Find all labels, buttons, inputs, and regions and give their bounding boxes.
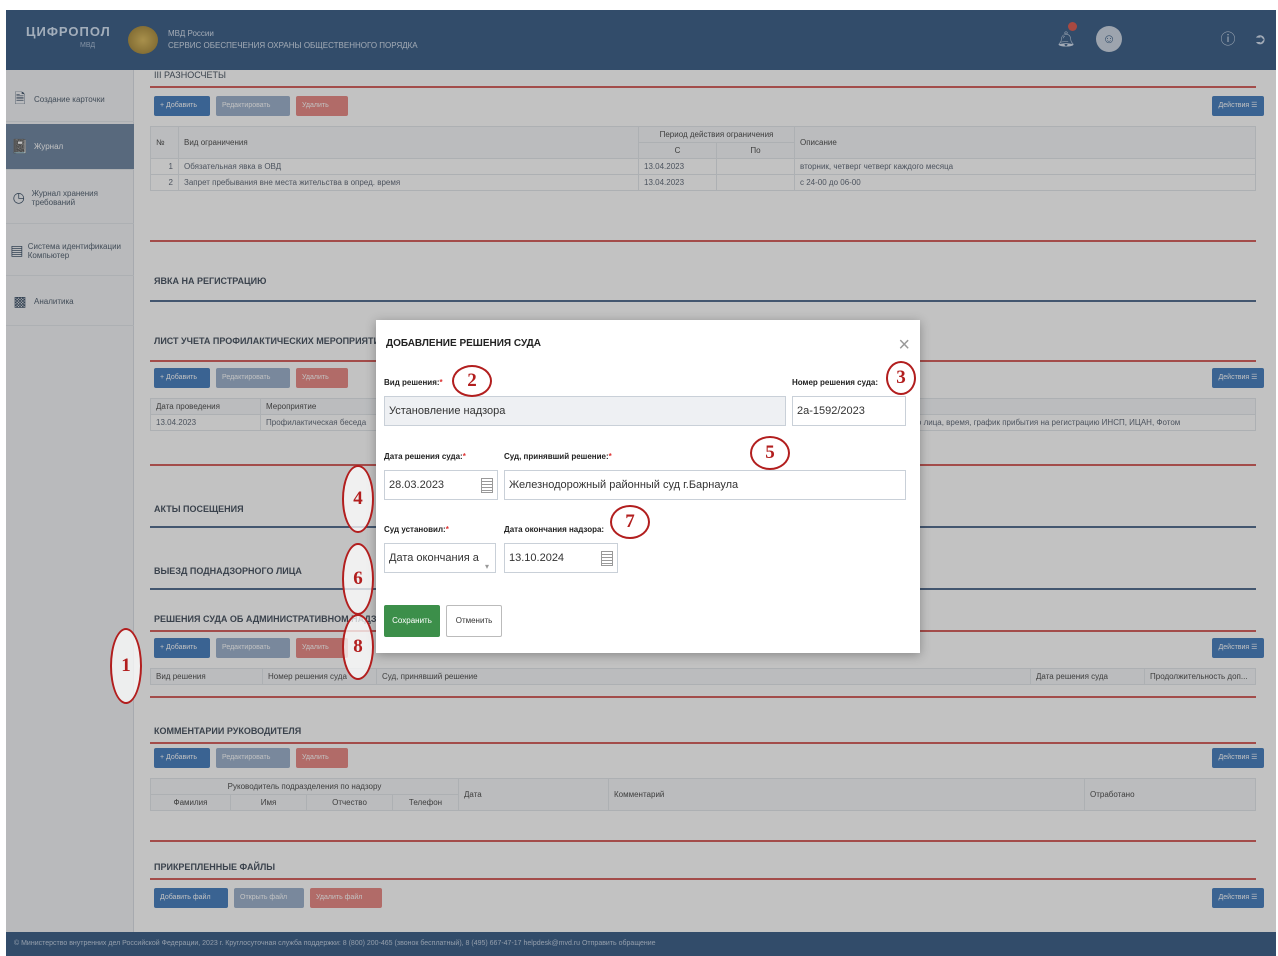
close-icon[interactable]: × (898, 334, 910, 357)
decision-type-label: Вид решения:* (384, 378, 443, 387)
annotation-marker-6: 6 (342, 543, 374, 615)
annotation-marker-4: 4 (342, 465, 374, 533)
annotation-marker-1: 1 (110, 628, 142, 704)
end-date-label: Дата окончания надзора: (504, 525, 605, 534)
dialog-title: ДОБАВЛЕНИЕ РЕШЕНИЯ СУДА (386, 338, 542, 349)
court-label: Суд, принявший решение:* (504, 452, 612, 461)
calendar-icon[interactable] (601, 551, 613, 566)
end-date-value: 13.10.2024 (509, 552, 565, 564)
decision-type-field[interactable]: Установление надзора (384, 396, 786, 426)
annotation-marker-7: 7 (610, 505, 650, 539)
decision-date-value: 28.03.2023 (389, 479, 445, 491)
cancel-button[interactable]: Отменить (446, 605, 502, 637)
annotation-marker-5: 5 (750, 436, 790, 470)
annotation-marker-8: 8 (342, 614, 374, 680)
decision-date-label: Дата решения суда:* (384, 452, 466, 461)
save-button[interactable]: Сохранить (384, 605, 440, 637)
app-page: ЦИФРОПОЛ МВД МВД России СЕРВИС ОБЕСПЕЧЕН… (6, 10, 1276, 956)
decision-date-input[interactable]: 28.03.2023 (384, 470, 498, 500)
chevron-down-icon: ▾ (484, 562, 489, 571)
decision-number-input[interactable]: 2а-1592/2023 (792, 396, 906, 426)
decision-number-label: Номер решения суда: (792, 378, 879, 387)
annotation-marker-3: 3 (886, 361, 916, 395)
annotation-marker-2: 2 (452, 365, 492, 397)
end-date-input[interactable]: 13.10.2024 (504, 543, 618, 573)
court-input[interactable]: Железнодорожный районный суд г.Барнаула (504, 470, 906, 500)
court-set-select[interactable]: Дата окончания а ▾ (384, 543, 496, 573)
court-set-value: Дата окончания а (389, 552, 479, 564)
calendar-icon[interactable] (481, 478, 493, 493)
court-set-label: Суд установил:* (384, 525, 449, 534)
